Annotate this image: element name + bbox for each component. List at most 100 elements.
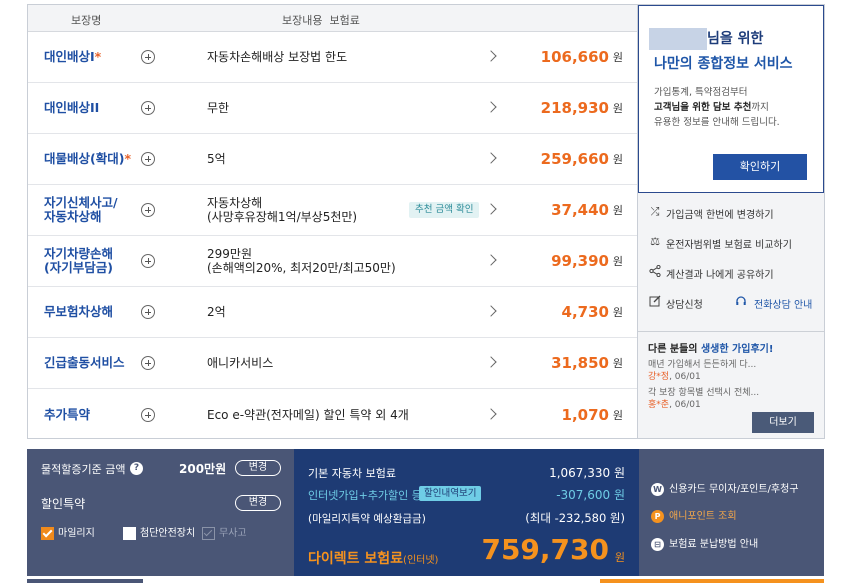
premium-breakdown: 기본 자동차 보험료 1,067,330 원 인터넷가입+추가할인 등 할인내역… [294,449,639,576]
coverage-name-line: 무보험차상해 [44,304,114,319]
bottom-right-edge [600,579,824,583]
promo-desc-line-3: 유용한 정보를 안내해 드립니다. [654,117,780,128]
discount-details-button[interactable]: 할인내역보기 [419,486,482,501]
chevron-right-icon[interactable] [485,101,497,113]
coverage-content-line: Eco e-약관(전자메일) 할인 특약 외 4개 [207,407,409,422]
coverage-content-line: (손해액의20%, 최저20만/최고50만) [207,261,396,275]
coverage-content: 299만원 (손해액의20%, 최저20만/최고50만) [207,247,396,275]
right-panel: 님을 위한 나만의 종합정보 서비스 가입통계, 특약점검부터 고객님을 위한 … [637,4,825,439]
currency-unit: 원 [612,153,623,166]
coverage-row[interactable]: 대물배상(확대)* 5억 259,660 원 [28,134,637,185]
plus-circle-icon[interactable] [141,203,155,217]
coverage-content: 애니카서비스 [207,356,273,370]
checkbox-label: 마일리지 [58,528,95,539]
premium-summary-bar: 물적할증기준 금액 ? 200만원 변경 할인특약 변경 마일리지 첨단안전장치… [27,449,824,576]
coverage-content-line: 자동차손해배상 보장법 한도 [207,50,348,64]
chevron-right-icon[interactable] [485,50,497,62]
shuffle-icon: ⤮ [650,205,660,218]
chevron-right-icon[interactable] [485,254,497,266]
change-discount-button[interactable]: 변경 [235,495,281,511]
coverage-content-line: 5억 [207,152,226,166]
payment-link-label: 신용카드 무이자/포인트/후청구 [669,484,799,495]
coverage-row[interactable]: 대인배상I* 자동차손해배상 보장법 한도 106,660 원 [28,32,637,83]
chevron-right-icon[interactable] [485,305,497,317]
checkbox-disabled [202,526,215,540]
currency-unit: 원 [612,357,623,370]
coverage-row[interactable]: 자기차량손해 (자기부담금) 299만원 (손해액의20%, 최저20만/최고50만)… [28,236,637,287]
coverage-name-line: 대인배상II [44,100,100,115]
consult-request-link[interactable]: 상담신청 [666,296,703,311]
currency-unit: 원 [612,51,623,64]
change-standard-button[interactable]: 변경 [235,460,281,476]
coverage-content: Eco e-약관(전자메일) 할인 특약 외 4개 [207,408,409,422]
reviews-title-pre: 다른 분들의 [648,344,701,355]
card-payment-link[interactable]: W 신용카드 무이자/포인트/후청구 [651,480,799,496]
plus-circle-icon[interactable] [141,254,155,268]
plus-circle-icon[interactable] [141,305,155,319]
coverage-name: 대인배상II [44,101,99,115]
chevron-right-icon[interactable] [485,407,497,420]
coverage-name-line: 추가특약 [44,406,91,422]
masked-customer-name [649,28,707,50]
chevron-right-icon[interactable] [485,356,497,368]
promo-desc-line-2: 고객님을 위한 담보 추천까지 [654,100,780,115]
coverage-row[interactable]: 긴급출동서비스 애니카서비스 31,850 원 [28,338,637,389]
plus-circle-icon[interactable] [141,407,155,422]
coverage-name-line: 자기신체사고/ [44,195,118,210]
coverage-row[interactable]: 무보험차상해 2억 4,730 원 [28,287,637,338]
chevron-right-icon[interactable] [485,152,497,164]
safety-device-checkbox[interactable]: 첨단안전장치 [123,524,195,540]
coverage-premium: 99,390 [551,252,609,270]
checkbox-label: 무사고 [219,528,247,539]
no-accident-checkbox: 무사고 [202,524,247,540]
mileage-checkbox[interactable]: 마일리지 [41,524,95,540]
coverage-row[interactable]: 대인배상II 무한 218,930 원 [28,83,637,134]
coverage-premium: 218,930 [540,99,609,117]
coverage-row[interactable]: 추가특약 Eco e-약관(전자메일) 할인 특약 외 4개 1,070 원 [28,389,637,440]
coverage-name: 대물배상(확대)* [44,152,131,166]
confirm-button[interactable]: 확인하기 [713,154,807,180]
total-label-sub: (인터넷) [403,555,439,566]
coverage-name: 무보험차상해 [44,305,113,319]
anypoint-link[interactable]: P 애니포인트 조회 [651,507,737,523]
options-section: 물적할증기준 금액 ? 200만원 변경 할인특약 변경 마일리지 첨단안전장치… [27,449,294,576]
phone-consult-link[interactable]: 전화상담 안내 [754,296,812,311]
mileage-refund-value: (최대 -232,580 원) [525,511,625,525]
reviews-title: 다른 분들의 생생한 가입후기! [648,340,814,355]
total-premium-value: 759,730 [481,533,609,566]
plus-circle-icon[interactable] [141,101,155,115]
chevron-right-icon[interactable] [485,203,497,215]
review-item[interactable]: 각 보장 항목별 선택시 전체... 홍*춘, 06/01 [648,387,814,411]
reviews-title-highlight: 생생한 가입후기! [700,344,774,355]
coverage-row[interactable]: 자기신체사고/자동차상해 자동차상해 (사망후유장해1억/부상5천만) 추천 금액 확… [28,185,637,236]
property-standard-amount: 200만원 [179,462,227,476]
currency-unit: 원 [612,102,623,115]
coverage-premium: 259,660 [540,150,609,168]
promo-desc-rest: 까지 [751,102,769,113]
coverage-content: 무한 [207,101,229,115]
review-item[interactable]: 매년 가입해서 든든하게 다... 강*정, 06/01 [648,359,814,383]
installment-info-link[interactable]: ⊟ 보험료 분납방법 안내 [651,535,758,551]
review-author: 홍*춘 [648,400,670,410]
discount-value: -307,600 원 [556,488,625,502]
link-label: 운전자범위별 보험료 비교하기 [666,240,792,251]
currency-unit: 원 [612,255,623,268]
plus-circle-icon[interactable] [141,356,155,370]
plus-circle-icon[interactable] [141,152,155,166]
coverage-content: 자동차손해배상 보장법 한도 [207,50,347,64]
help-icon[interactable]: ? [130,462,143,475]
checkbox-unchecked [123,526,136,540]
review-date: , 06/01 [669,400,701,410]
promo-title-1: 님을 위한 [707,31,764,47]
coverage-name-line: 대인배상I* [44,49,102,64]
header-coverage-content: 보장내용 보험료 [282,14,360,27]
more-reviews-button[interactable]: 더보기 [752,412,814,433]
pay-info-icon: ⊟ [651,537,664,551]
recommend-amount-badge[interactable]: 추천 금액 확인 [409,202,480,218]
discount-option-label: 할인특약 [41,497,86,511]
promo-desc-line-1: 가입통계, 특약점검부터 [654,87,748,98]
share-icon [648,264,662,280]
plus-circle-icon[interactable] [141,50,155,64]
review-text: 매년 가입해서 든든하게 다... [648,360,757,370]
coverage-name-line: 대물배상(확대)* [44,151,131,166]
